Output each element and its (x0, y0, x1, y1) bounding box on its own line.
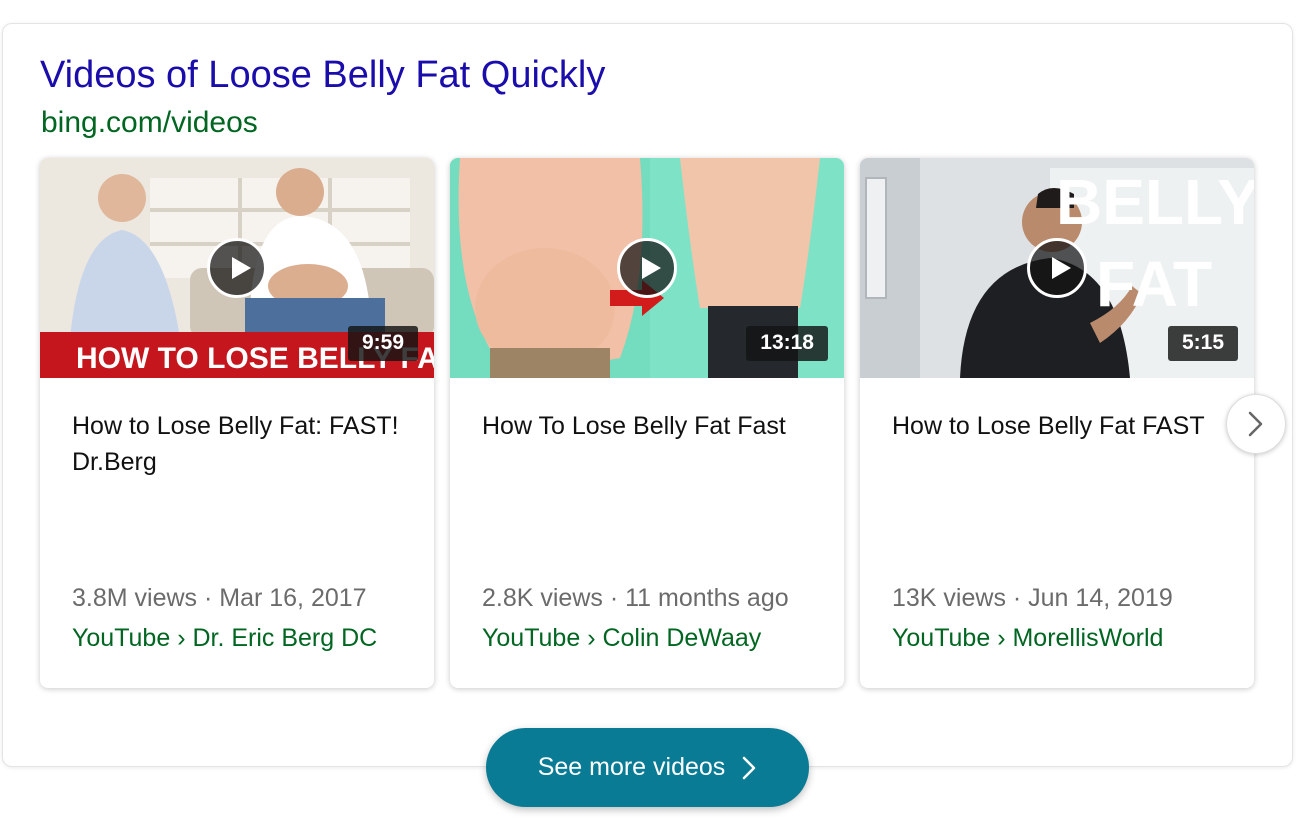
video-title[interactable]: How to Lose Belly Fat: FAST! Dr.Berg (72, 408, 412, 480)
video-title[interactable]: How to Lose Belly Fat FAST (892, 408, 1232, 444)
video-thumbnail[interactable]: BELLY FAT 5:15 (860, 158, 1254, 378)
section-title-link[interactable]: Videos of Loose Belly Fat Quickly (40, 54, 605, 97)
video-thumbnail[interactable]: 13:18 (450, 158, 844, 378)
video-card[interactable]: 13:18 How To Lose Belly Fat Fast 2.8K vi… (450, 158, 844, 688)
video-channel[interactable]: YouTube › Colin DeWaay (482, 624, 761, 653)
play-icon[interactable] (617, 238, 677, 298)
video-meta: 13K views · Jun 14, 2019 (892, 584, 1173, 612)
video-card[interactable]: BELLY FAT 5:15 How to Lose Belly Fat FAS… (860, 158, 1254, 688)
video-duration: 9:59 (347, 326, 418, 361)
chevron-right-icon (1248, 411, 1263, 437)
see-more-label: See more videos (537, 753, 726, 781)
video-meta: 3.8M views · Mar 16, 2017 (72, 584, 367, 612)
play-icon[interactable] (1027, 238, 1087, 298)
svg-text:FAT: FAT (1096, 248, 1212, 320)
video-channel[interactable]: YouTube › MorellisWorld (892, 624, 1163, 653)
video-channel[interactable]: YouTube › Dr. Eric Berg DC (72, 624, 377, 653)
chevron-right-icon (743, 756, 756, 779)
see-more-videos-button[interactable]: See more videos (486, 728, 809, 807)
source-url[interactable]: bing.com/videos (41, 106, 258, 140)
video-meta: 2.8K views · 11 months ago (482, 584, 789, 612)
video-duration: 13:18 (746, 326, 828, 361)
video-thumbnail[interactable]: HOW TO LOSE BELLY FAT 9:59 (40, 158, 434, 378)
video-card[interactable]: HOW TO LOSE BELLY FAT 9:59 How to Lose B… (40, 158, 434, 688)
video-duration: 5:15 (1167, 326, 1238, 361)
play-icon[interactable] (207, 238, 267, 298)
svg-text:BELLY: BELLY (1056, 166, 1254, 238)
video-title[interactable]: How To Lose Belly Fat Fast (482, 408, 822, 444)
carousel-next-button[interactable] (1226, 394, 1286, 454)
